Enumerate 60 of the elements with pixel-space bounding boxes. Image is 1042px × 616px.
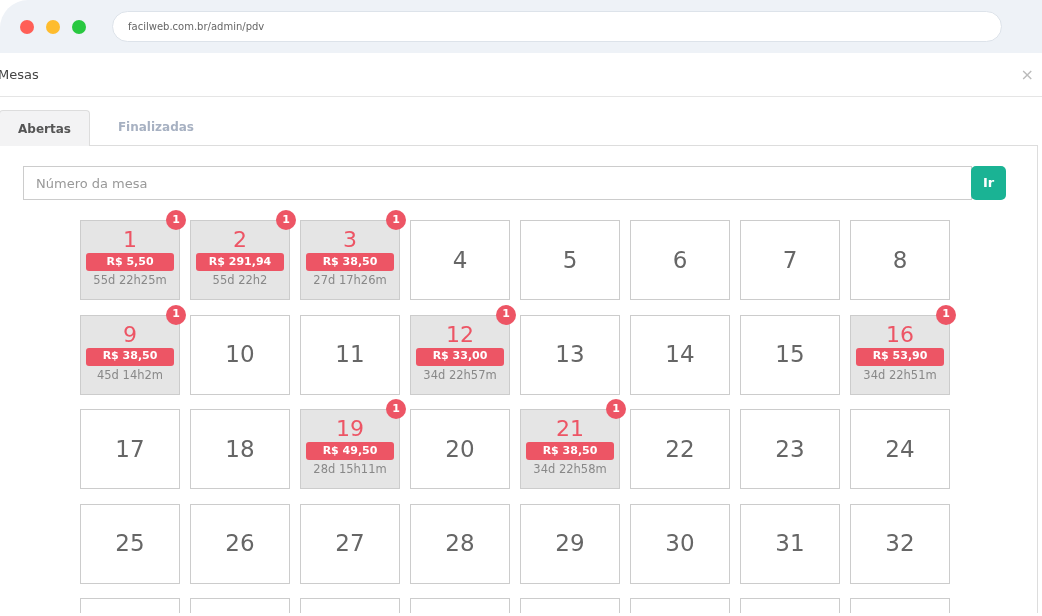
window-title: Mesas: [0, 65, 39, 84]
elapsed-time: 27d 17h26m: [313, 272, 387, 289]
table-number: 16: [886, 321, 914, 348]
total-amount: R$ 5,50: [86, 253, 174, 271]
table-number: 19: [336, 416, 364, 442]
count-badge: 1: [276, 210, 296, 230]
table-number: 2: [233, 227, 247, 253]
count-badge: 1: [386, 399, 406, 419]
table-tile[interactable]: 18: [190, 409, 290, 489]
elapsed-time: 34d 22h58m: [533, 461, 607, 478]
elapsed-time: 45d 14h2m: [97, 366, 163, 384]
table-tile[interactable]: 29: [520, 503, 620, 584]
elapsed-time: 28d 15h11m: [313, 461, 387, 478]
table-tile[interactable]: 11: [300, 314, 400, 395]
elapsed-time: 55d 22h25m: [93, 272, 167, 289]
table-tile[interactable]: 14: [630, 314, 730, 395]
total-amount: R$ 38,50: [86, 347, 174, 366]
table-number: 21: [556, 416, 584, 442]
table-tile[interactable]: 24: [850, 409, 950, 489]
address-bar[interactable]: facilweb.com.br/admin/pdv: [112, 11, 1002, 42]
count-badge: 1: [606, 399, 626, 419]
table-tile[interactable]: 17: [80, 409, 180, 489]
table-tile[interactable]: 6: [630, 220, 730, 300]
elapsed-time: 34d 22h57m: [423, 366, 497, 384]
total-amount: R$ 33,00: [416, 347, 504, 366]
table-tile[interactable]: 25: [80, 503, 180, 584]
count-badge: 1: [386, 210, 406, 230]
tab[interactable]: Abertas: [0, 110, 90, 146]
table-tile[interactable]: 4: [410, 220, 510, 300]
table-tile[interactable]: 28: [410, 503, 510, 584]
table-tile[interactable]: 22: [630, 409, 730, 489]
table-number: 12: [446, 321, 474, 348]
table-tile[interactable]: 31: [740, 503, 840, 584]
table-tile[interactable]: 20: [410, 409, 510, 489]
table-tile[interactable]: 13: [520, 314, 620, 395]
table-tile[interactable]: 30: [630, 503, 730, 584]
count-badge: 1: [166, 304, 186, 325]
table-tile[interactable]: 26: [190, 503, 290, 584]
elapsed-time: 55d 22h2: [212, 272, 268, 289]
table-tile[interactable]: 32: [850, 503, 950, 584]
total-amount: R$ 53,90: [856, 347, 944, 366]
table-tile[interactable]: 7: [740, 220, 840, 300]
table-tile[interactable]: 27: [300, 503, 400, 584]
table-number: 1: [123, 227, 137, 253]
count-badge: 1: [936, 304, 956, 325]
table-number: 9: [123, 321, 137, 348]
table-tile[interactable]: 5: [520, 220, 620, 300]
total-amount: R$ 49,50: [306, 442, 394, 460]
table-tile[interactable]: 15: [740, 314, 840, 395]
count-badge: 1: [496, 304, 516, 325]
table-tile[interactable]: 10: [190, 314, 290, 395]
table-tile[interactable]: 23: [740, 409, 840, 489]
total-amount: R$ 38,50: [306, 253, 394, 271]
table-number-field[interactable]: Número da mesa: [23, 166, 972, 200]
elapsed-time: 34d 22h51m: [863, 366, 937, 384]
total-amount: R$ 38,50: [526, 442, 614, 460]
total-amount: R$ 291,94: [196, 253, 284, 271]
table-number: 3: [343, 227, 357, 253]
count-badge: 1: [166, 210, 186, 230]
table-tile[interactable]: 8: [850, 220, 950, 300]
